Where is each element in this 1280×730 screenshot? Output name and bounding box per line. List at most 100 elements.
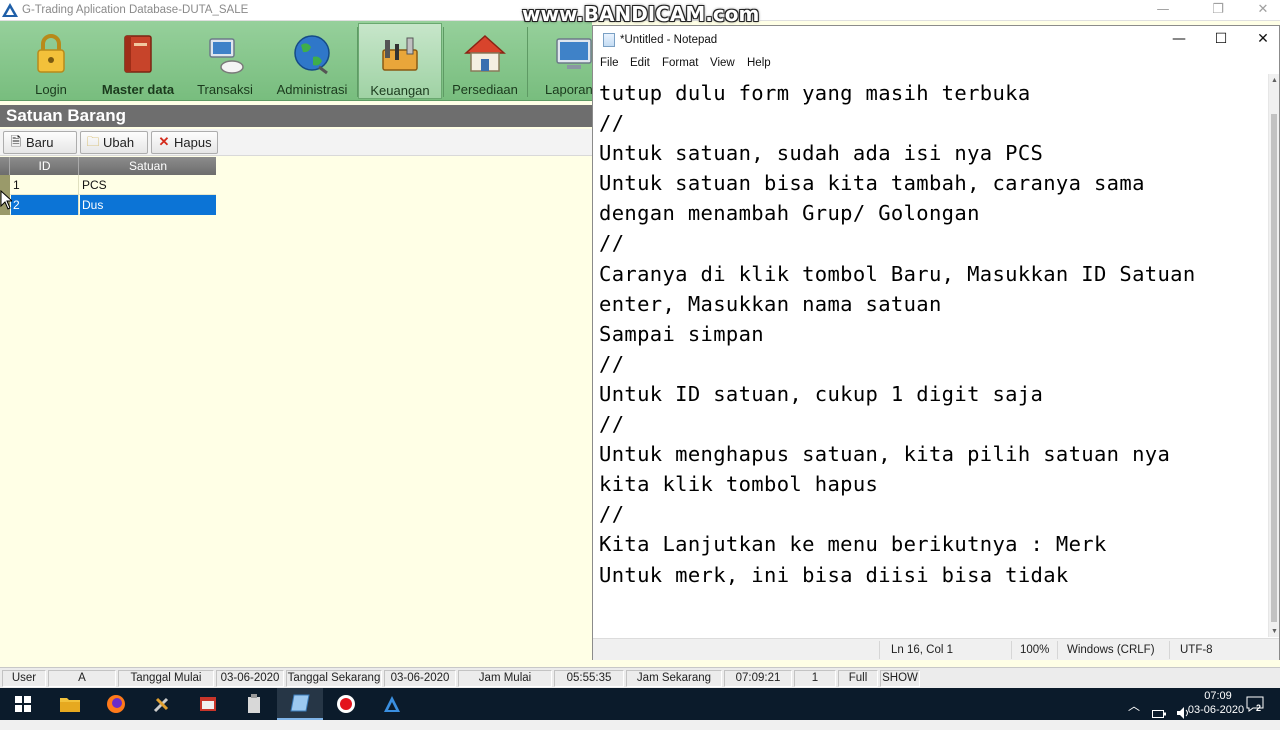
app-minimize-button[interactable]: — — [1140, 0, 1186, 21]
text-line: // — [599, 502, 625, 527]
scrollbar-thumb[interactable] — [1271, 114, 1277, 622]
cell-id[interactable]: 2 — [11, 195, 79, 215]
battery-icon[interactable] — [1152, 698, 1166, 730]
taskbar-bandicam[interactable] — [323, 688, 369, 720]
delete-button-label: Hapus — [174, 135, 212, 150]
taskbar-archive-app[interactable] — [231, 688, 277, 720]
notepad-titlebar: *Untitled - Notepad — ☐ ✕ — [593, 26, 1279, 54]
taskbar-app-window[interactable] — [185, 688, 231, 720]
ribbon-master-data-button[interactable]: Master data — [94, 23, 182, 99]
delete-button[interactable]: ✕ Hapus — [151, 131, 218, 154]
text-line: Sampai simpan — [599, 321, 764, 346]
notepad-icon — [603, 33, 615, 47]
tray-chevron-up-icon[interactable]: ︿ — [1128, 697, 1140, 729]
satuan-grid: ID Satuan 1 PCS 2 Dus — [0, 157, 216, 215]
notepad-maximize-button[interactable]: ☐ — [1199, 26, 1243, 54]
menu-file[interactable]: File — [600, 57, 619, 69]
notification-center-button[interactable]: 2 — [1246, 688, 1268, 720]
status-start-time-value: 05:55:35 — [554, 670, 624, 687]
delete-x-icon: ✕ — [158, 134, 170, 149]
menu-format[interactable]: Format — [662, 57, 698, 69]
app-window-icon — [200, 697, 216, 711]
app-close-button[interactable]: ✕ — [1240, 0, 1280, 21]
text-line: // — [599, 231, 625, 256]
notepad-vertical-scrollbar[interactable]: ▲ ▼ — [1268, 74, 1279, 637]
grid-header-id[interactable]: ID — [11, 157, 79, 175]
windows-taskbar: ︿ 07:09 03-06-2020 2 — [0, 688, 1280, 720]
scroll-down-arrow-icon[interactable]: ▼ — [1271, 628, 1278, 635]
status-start-date-value: 03-06-2020 — [216, 670, 284, 687]
text-line: Untuk ID satuan, cukup 1 digit saja — [599, 381, 1044, 406]
grid-header: ID Satuan — [0, 157, 216, 175]
status-count-value: 1 — [794, 670, 836, 687]
ribbon-separator — [527, 27, 528, 97]
new-button-label: Baru — [26, 135, 54, 150]
line-ending: Windows (CRLF) — [1067, 644, 1155, 656]
cell-satuan[interactable]: PCS — [80, 175, 216, 195]
book-icon — [124, 35, 152, 73]
notification-count: 2 — [1256, 703, 1262, 713]
ribbon-laporan-button[interactable]: Laporan — [538, 23, 592, 99]
tools-icon — [153, 697, 169, 713]
tray-time: 07:09 — [1204, 690, 1232, 702]
taskbar-firefox[interactable] — [93, 688, 139, 720]
firefox-icon — [107, 695, 125, 713]
app-maximize-button[interactable]: ❐ — [1195, 0, 1241, 21]
tray-clock[interactable]: 07:09 03-06-2020 — [1188, 688, 1244, 720]
grid-header-selector — [0, 157, 10, 175]
notepad-text-area[interactable]: tutup dulu form yang masih terbuka // Un… — [593, 74, 1269, 637]
notepad-title: *Untitled - Notepad — [620, 34, 718, 46]
ribbon-transaksi-button[interactable]: Transaksi — [190, 23, 260, 99]
text-line: // — [599, 111, 625, 136]
table-row[interactable]: 2 Dus — [0, 195, 216, 215]
ribbon-administrasi-label: Administrasi — [276, 82, 348, 97]
house-icon — [464, 34, 506, 72]
notepad-statusbar: Ln 16, Col 1 100% Windows (CRLF) UTF-8 — [593, 638, 1279, 660]
menu-edit[interactable]: Edit — [630, 57, 650, 69]
ribbon-transaksi-label: Transaksi — [197, 82, 253, 97]
status-start-date-label: Tanggal Mulai — [118, 670, 214, 687]
scroll-up-arrow-icon[interactable]: ▲ — [1271, 77, 1278, 84]
text-line: enter, Masukkan nama satuan — [599, 291, 942, 316]
status-current-time-label: Jam Sekarang — [626, 670, 722, 687]
cell-id[interactable]: 1 — [11, 175, 79, 195]
edit-button[interactable]: 🗀 Ubah — [80, 131, 148, 154]
new-button[interactable]: 🗎 Baru — [3, 131, 77, 154]
taskbar-tools-app[interactable] — [139, 688, 185, 720]
start-button[interactable] — [0, 688, 46, 720]
status-current-date-value: 03-06-2020 — [384, 670, 456, 687]
menu-view[interactable]: View — [710, 57, 735, 69]
app-logo-icon — [384, 696, 400, 712]
text-line: // — [599, 351, 625, 376]
notepad-minimize-button[interactable]: — — [1157, 26, 1201, 54]
ribbon-keuangan-button[interactable]: Keuangan — [358, 23, 442, 99]
taskbar-notepad[interactable] — [277, 688, 323, 720]
taskbar-gtrading-app[interactable] — [369, 688, 415, 720]
mouse-cursor-icon — [0, 190, 12, 210]
taskbar-file-explorer[interactable] — [47, 688, 93, 720]
ribbon-persediaan-button[interactable]: Persediaan — [446, 23, 524, 99]
status-divider — [1011, 641, 1012, 659]
app-title: G-Trading Aplication Database-DUTA_SALE — [22, 4, 249, 16]
table-row[interactable]: 1 PCS — [0, 175, 216, 195]
status-show-value: SHOW — [880, 670, 920, 687]
windows-logo-icon — [15, 696, 31, 712]
ribbon-administrasi-button[interactable]: Administrasi — [270, 23, 354, 99]
notepad-close-button[interactable]: ✕ — [1241, 26, 1280, 54]
ribbon-login-button[interactable]: Login — [18, 23, 84, 99]
status-current-time-value: 07:09:21 — [724, 670, 792, 687]
text-line: Untuk merk, ini bisa diisi bisa tidak — [599, 562, 1069, 587]
folder-icon: 🗀 — [86, 134, 100, 149]
grid-header-satuan[interactable]: Satuan — [80, 157, 216, 175]
status-divider — [1169, 641, 1170, 659]
text-line: dengan menambah Grup/ Golongan — [599, 201, 980, 226]
cell-satuan[interactable]: Dus — [80, 195, 216, 215]
status-current-date-label: Tanggal Sekarang — [286, 670, 382, 687]
menu-help[interactable]: Help — [747, 57, 771, 69]
ribbon-persediaan-label: Persediaan — [452, 82, 518, 97]
status-divider — [879, 641, 880, 659]
tray-date: 03-06-2020 — [1187, 704, 1245, 716]
notepad-menubar: File Edit Format View Help — [593, 54, 1279, 74]
text-line: Untuk satuan, sudah ada isi nya PCS — [599, 141, 1044, 166]
text-line: tutup dulu form yang masih terbuka — [599, 81, 1031, 105]
